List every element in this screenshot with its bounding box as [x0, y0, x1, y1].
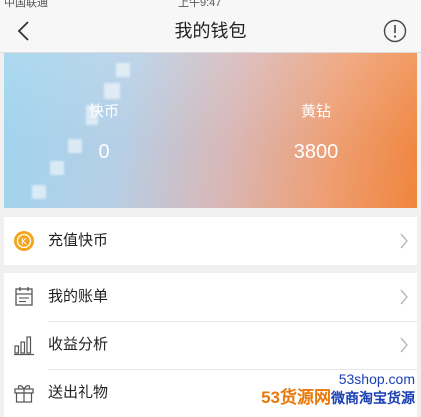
kuaibi-coin-icon: K — [14, 231, 34, 251]
blur-mosaic — [86, 105, 98, 125]
info-button[interactable] — [383, 19, 407, 43]
earnings-analysis-label: 收益分析 — [48, 336, 109, 353]
bill-icon — [15, 287, 33, 306]
my-bills-row[interactable]: 我的账单 — [4, 273, 417, 321]
exclamation-circle-icon — [383, 19, 407, 43]
watermark-domain: 53shop.com — [338, 371, 415, 387]
status-bar: 中国联通 上午9:47 — [0, 0, 421, 10]
page-title: 我的钱包 — [174, 21, 247, 41]
gift-icon — [14, 385, 34, 403]
kuaibi-value: 0 — [98, 141, 110, 163]
watermark: 53shop.com 53货源网微商淘宝货源 — [225, 371, 415, 411]
recharge-kuaibi-row[interactable]: K 充值快币 — [4, 217, 417, 265]
chevron-right-icon — [400, 233, 408, 249]
watermark-brand-b: 微商淘宝货源 — [331, 390, 415, 406]
watermark-brand: 53货源网微商淘宝货源 — [225, 387, 415, 409]
carrier-text: 中国联通 — [4, 0, 48, 9]
recharge-group: K 充值快币 — [4, 217, 417, 265]
blur-mosaic — [116, 63, 130, 77]
blur-mosaic — [68, 139, 82, 153]
huangzuan-label: 黄钻 — [300, 103, 331, 120]
watermark-brand-a: 53货源网 — [261, 388, 331, 407]
kuaibi-label: 快币 — [88, 103, 119, 120]
my-bills-label: 我的账单 — [48, 288, 109, 305]
huangzuan-value: 3800 — [293, 141, 339, 163]
huangzuan-balance[interactable]: 黄钻 3800 — [216, 53, 416, 208]
chevron-right-icon — [400, 337, 408, 353]
blur-mosaic — [50, 161, 64, 175]
chevron-right-icon — [400, 289, 408, 305]
bar-chart-icon — [14, 336, 34, 356]
earnings-analysis-row[interactable]: 收益分析 — [4, 321, 417, 369]
time-text: 上午9:47 — [178, 0, 222, 9]
balance-banner: 快币 0 黄钻 3800 — [4, 53, 417, 208]
sent-gifts-label: 送出礼物 — [48, 384, 109, 401]
recharge-kuaibi-label: 充值快币 — [48, 232, 109, 249]
blur-mosaic — [32, 185, 46, 199]
nav-bar: 我的钱包 — [0, 10, 421, 53]
blur-mosaic — [104, 83, 120, 99]
